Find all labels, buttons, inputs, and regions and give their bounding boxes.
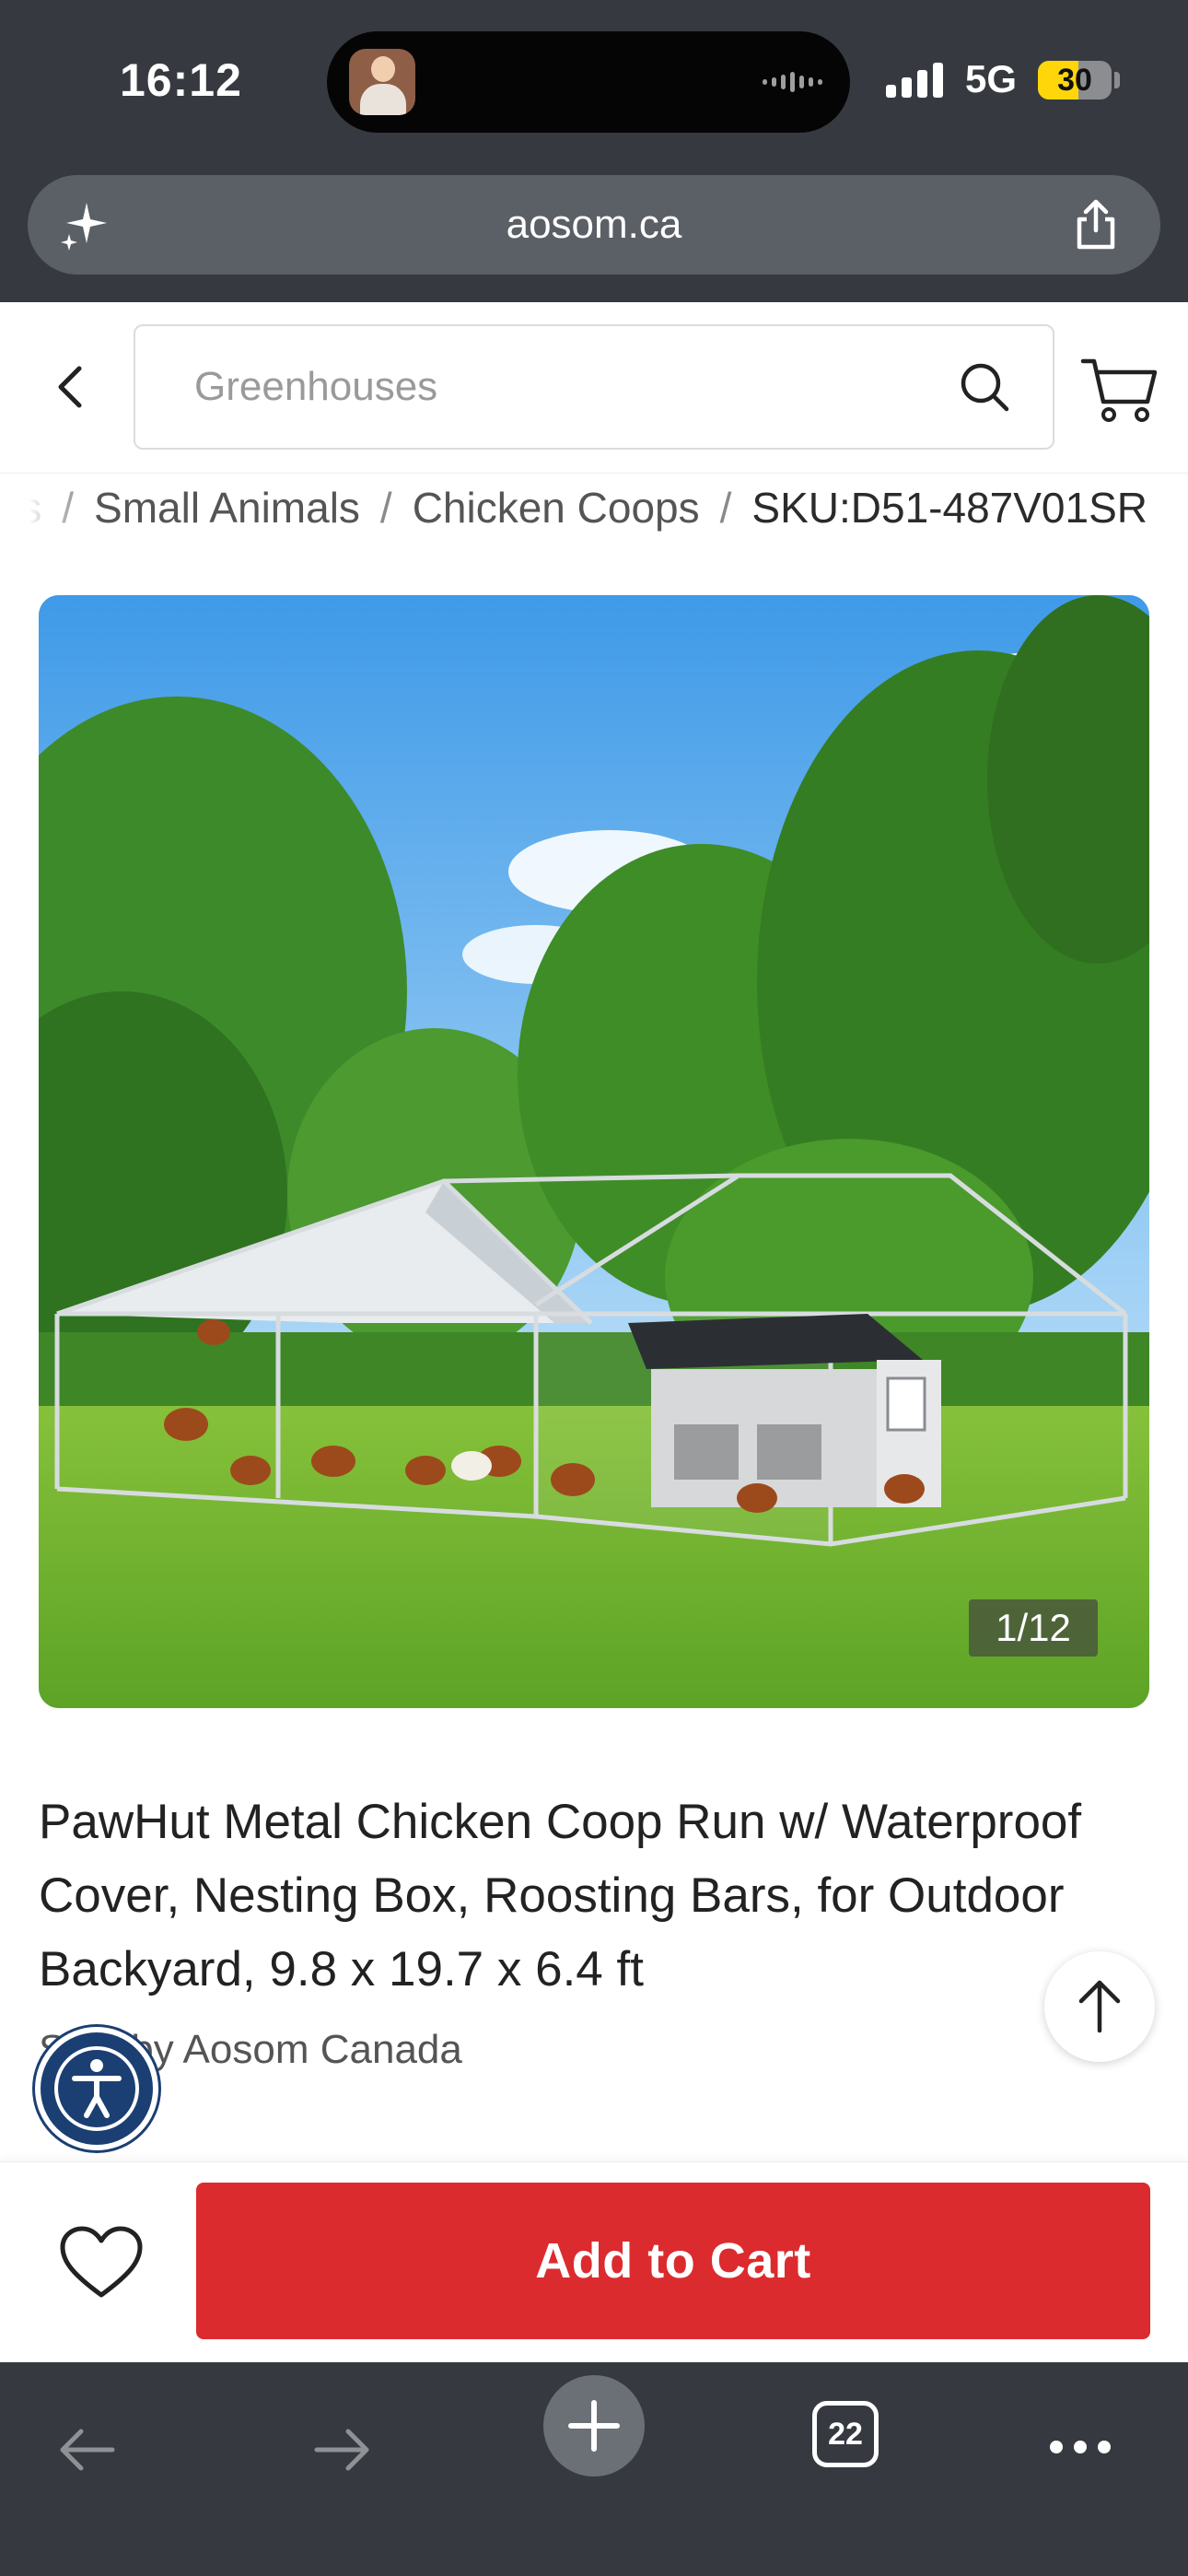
breadcrumb-separator: / (379, 484, 392, 532)
accessibility-icon (54, 2046, 139, 2131)
accessibility-button[interactable] (35, 2027, 158, 2150)
cellular-signal-icon (886, 61, 943, 98)
share-icon[interactable] (1068, 197, 1124, 252)
status-time: 16:12 (120, 54, 242, 106)
back-arrow-icon[interactable] (37, 2399, 138, 2500)
chevron-left-icon[interactable] (37, 350, 111, 424)
browser-top-chrome: 16:12 5G 30 aosom.ca (0, 0, 1188, 302)
breadcrumb-separator: / (719, 484, 732, 532)
new-tab-button[interactable] (543, 2375, 645, 2476)
image-counter: 1/12 (969, 1599, 1098, 1657)
breadcrumb-fade (0, 474, 83, 556)
audio-waveform-icon (763, 68, 822, 96)
battery-icon: 30 (1038, 61, 1112, 100)
site-header (0, 302, 1188, 474)
product-title: PawHut Metal Chicken Coop Run w/ Waterpr… (39, 1795, 1082, 1996)
search-icon[interactable] (953, 356, 1016, 418)
breadcrumb-item-chicken-coops[interactable]: Chicken Coops (413, 483, 700, 533)
heart-icon[interactable] (55, 2218, 147, 2310)
arrow-up-icon (1078, 1980, 1121, 2033)
browser-toolbar: 22 (0, 2362, 1188, 2576)
plus-icon (568, 2400, 620, 2452)
cart-icon[interactable] (1077, 348, 1160, 431)
forward-arrow-icon[interactable] (291, 2399, 392, 2500)
product-action-bar: Add to Cart (0, 2161, 1188, 2362)
battery-cap (1114, 72, 1120, 88)
product-image[interactable]: 1/12 (39, 595, 1149, 1708)
tabs-count-button[interactable]: 22 (812, 2401, 879, 2467)
search-input[interactable] (194, 326, 949, 448)
breadcrumb: s / Small Animals / Chicken Coops / SKU:… (0, 474, 1188, 556)
search-box[interactable] (134, 324, 1054, 450)
breadcrumb-track: s / Small Animals / Chicken Coops / SKU:… (20, 483, 1147, 533)
product-photo-illustration (39, 595, 1149, 1708)
dynamic-island[interactable] (327, 31, 850, 133)
add-to-cart-button[interactable]: Add to Cart (196, 2183, 1150, 2339)
url-text[interactable]: aosom.ca (28, 175, 1160, 275)
breadcrumb-item-small-animals[interactable]: Small Animals (94, 483, 360, 533)
address-bar[interactable]: aosom.ca (28, 175, 1160, 275)
more-options-icon[interactable] (1030, 2399, 1131, 2500)
now-playing-avatar (349, 49, 415, 115)
scroll-to-top-button[interactable] (1044, 1951, 1155, 2062)
breadcrumb-item-sku: SKU:D51-487V01SR (751, 484, 1147, 532)
battery-level: 30 (1057, 63, 1092, 98)
network-type: 5G (965, 57, 1018, 100)
